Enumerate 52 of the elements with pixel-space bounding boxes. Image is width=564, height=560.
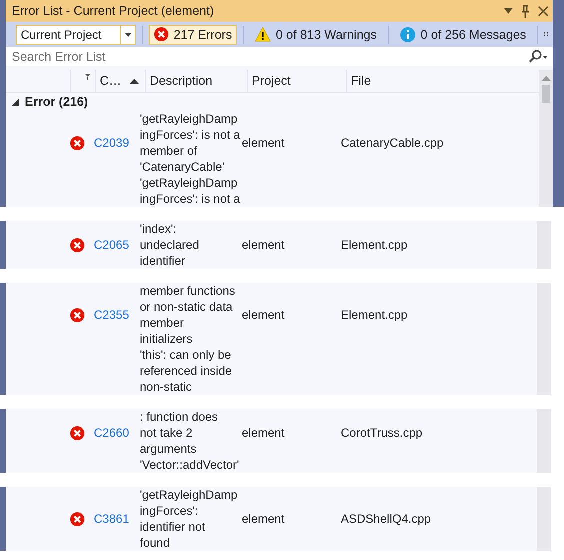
error-description: member functions or non-static data member initializers xyxy=(140,283,236,347)
error-description: 'getRayleighDamp ingForces': identifier not found xyxy=(140,487,239,551)
caret-icon xyxy=(124,32,132,36)
column-header[interactable]: Project xyxy=(247,70,346,92)
file-name: ASDShellQ4.cpp xyxy=(341,512,432,526)
error-description: 'getRayleighDamp ingForces': is not a xyxy=(140,175,242,207)
scope-dropdown[interactable]: Current Project xyxy=(16,24,136,44)
project-name: element xyxy=(242,426,285,440)
info-icon xyxy=(400,26,416,42)
project-name: element xyxy=(242,136,285,150)
error-code-link[interactable]: C2660 xyxy=(94,426,130,440)
column-header[interactable]: Description xyxy=(145,70,247,92)
error-icon xyxy=(70,426,85,440)
error-description: 'getRayleighDamp ingForces': is not a member of 'CatenaryCable' xyxy=(140,111,242,175)
column-header[interactable]: C… xyxy=(95,70,145,92)
expand-icon[interactable] xyxy=(12,98,19,106)
search-icon[interactable] xyxy=(529,47,553,66)
filter-button[interactable]: 0 of 256 Messages xyxy=(394,24,532,44)
project-name: element xyxy=(242,512,285,526)
scrollbar[interactable] xyxy=(539,70,553,207)
file-name: Element.cpp xyxy=(341,308,408,322)
error-code-link[interactable]: C2065 xyxy=(94,238,130,252)
error-description: 'index': undeclared identifier xyxy=(140,221,200,269)
error-icon xyxy=(70,512,85,526)
error-icon xyxy=(154,27,169,42)
sort-ascending-icon xyxy=(130,78,139,84)
error-icon xyxy=(70,238,85,252)
search-field[interactable]: Search Error List xyxy=(6,47,529,66)
error-icon xyxy=(70,308,85,322)
error-code-link[interactable]: C3861 xyxy=(94,512,130,526)
file-name: Element.cpp xyxy=(341,238,408,252)
dropdown-icon[interactable] xyxy=(504,8,513,14)
error-description: : function does not take 2 arguments xyxy=(140,409,220,457)
error-code-link[interactable]: C2039 xyxy=(94,136,130,150)
project-name: element xyxy=(242,238,285,252)
scroll-thumb[interactable] xyxy=(542,85,550,103)
project-name: element xyxy=(242,308,285,322)
filter-icon[interactable] xyxy=(85,74,91,80)
window-title: Error List - Current Project (element) xyxy=(12,4,216,18)
warning-icon xyxy=(255,27,271,42)
error-icon xyxy=(70,136,85,150)
error-description: 'Vector::addVector' xyxy=(140,457,240,473)
error-code-link[interactable]: C2355 xyxy=(94,308,130,322)
filter-button[interactable]: 0 of 813 Warnings xyxy=(250,24,382,44)
close-icon[interactable] xyxy=(538,6,549,16)
group-label: Error (216) xyxy=(25,95,88,109)
file-name: CorotTruss.cpp xyxy=(341,426,423,440)
file-name: CatenaryCable.cpp xyxy=(341,136,444,150)
filter-button[interactable]: 217 Errors xyxy=(148,24,238,44)
error-description: 'this': can only be referenced inside non-static xyxy=(140,347,234,395)
overflow-icon[interactable] xyxy=(544,32,549,37)
pin-icon[interactable] xyxy=(521,4,530,18)
